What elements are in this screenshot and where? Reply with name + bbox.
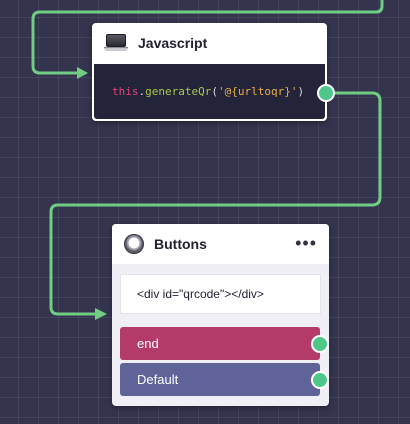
code-open-paren: ( — [211, 85, 218, 98]
buttons-node-title: Buttons — [154, 236, 207, 252]
javascript-code[interactable]: this. generateQr('@{urltoqr}') — [94, 64, 325, 119]
buttons-node[interactable]: Buttons ••• <div id="qrcode"></div> end … — [112, 224, 329, 406]
flow-canvas[interactable]: Javascript this. generateQr('@{urltoqr}')… — [0, 0, 410, 424]
code-string: '@{urltoqr}' — [217, 85, 298, 98]
javascript-node[interactable]: Javascript this. generateQr('@{urltoqr}') — [92, 23, 327, 121]
button-option-end[interactable]: end — [120, 327, 320, 360]
javascript-node-title: Javascript — [138, 35, 208, 51]
code-keyword: this — [112, 85, 139, 98]
javascript-output-port[interactable] — [317, 84, 335, 102]
code-close-paren: ) — [297, 85, 305, 98]
javascript-node-header[interactable]: Javascript — [92, 23, 327, 63]
html-content-box[interactable]: <div id="qrcode"></div> — [120, 274, 321, 314]
connection-arrowhead-javascript — [77, 67, 88, 79]
more-options-icon[interactable]: ••• — [295, 234, 317, 252]
code-dot: . — [138, 85, 146, 98]
end-output-port[interactable] — [311, 335, 329, 353]
code-method: generateQr — [145, 85, 212, 98]
button-option-default[interactable]: Default — [120, 363, 320, 396]
laptop-icon — [104, 34, 128, 52]
default-output-port[interactable] — [311, 371, 329, 389]
connection-arrowhead-buttons — [95, 308, 107, 320]
radio-icon — [124, 234, 144, 254]
